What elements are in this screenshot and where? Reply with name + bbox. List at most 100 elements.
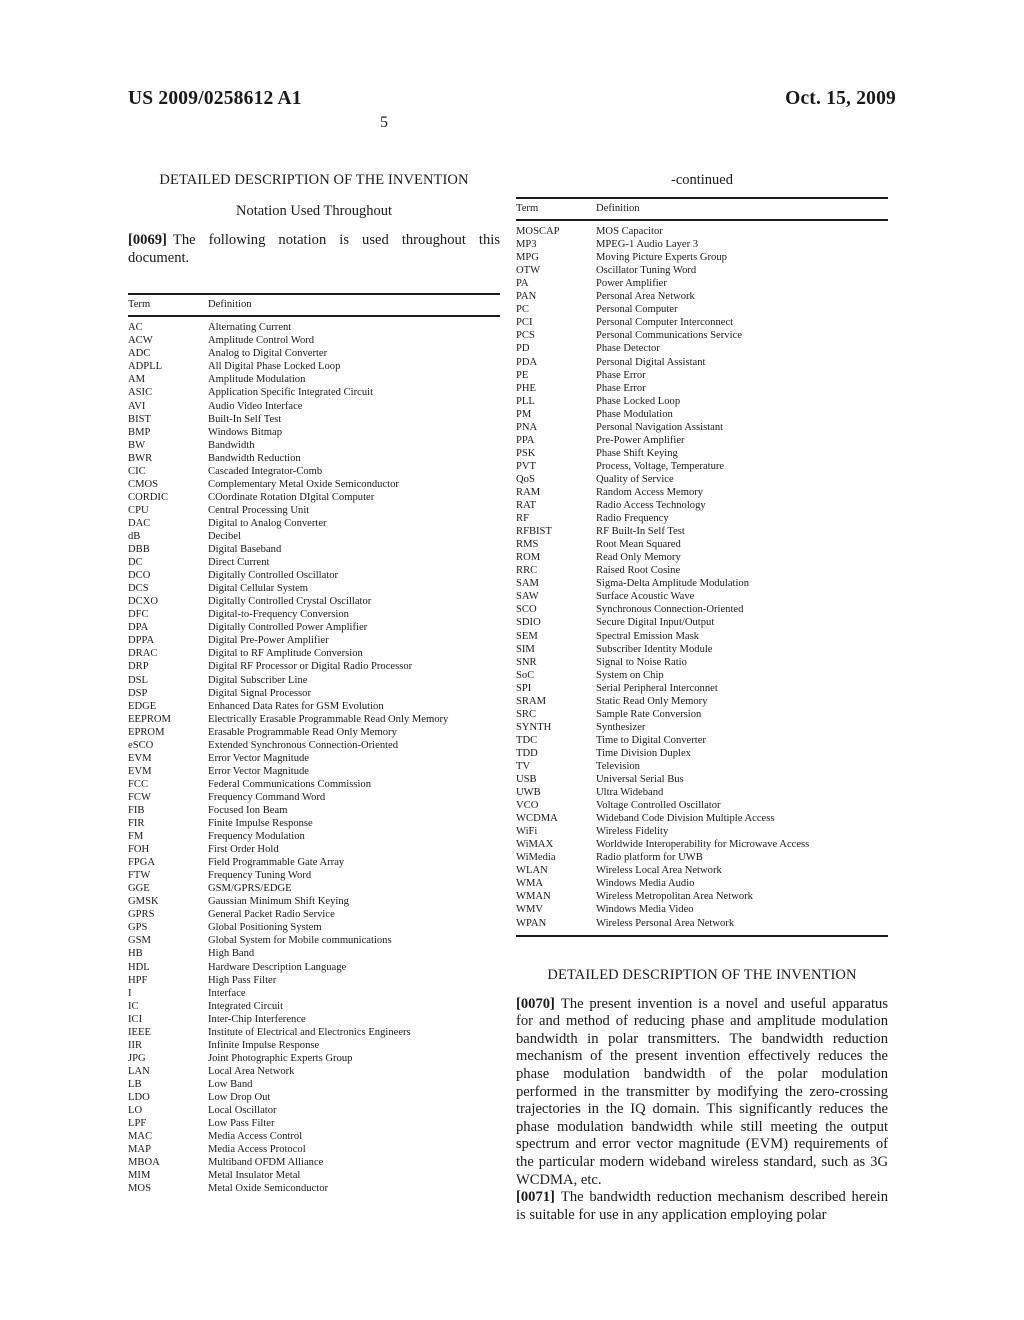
table-row: EVM Error Vector Magnitude — [128, 752, 500, 765]
table-row: DSL Digital Subscriber Line — [128, 674, 500, 687]
table-row: PM Phase Modulation — [516, 408, 888, 421]
table-row: PAN Personal Area Network — [516, 290, 888, 303]
cell-term: LAN — [128, 1065, 150, 1077]
cell-term: GPRS — [128, 909, 155, 921]
notation-sub-heading: Notation Used Throughout — [236, 203, 392, 219]
cell-term: PE — [516, 369, 529, 381]
cell-term: FIB — [128, 804, 145, 816]
cell-term: PA — [516, 278, 529, 290]
cell-term: FCC — [128, 778, 149, 790]
cell-term: CORDIC — [128, 491, 169, 503]
cell-definition: Digital Cellular System — [208, 583, 309, 595]
cell-definition: Hardware Description Language — [208, 961, 347, 973]
cell-term: WCDMA — [516, 813, 558, 825]
table-row: DRAC Digital to RF Amplitude Conversion — [128, 647, 500, 660]
table-row: DCO Digitally Controlled Oscillator — [128, 569, 500, 582]
table-row: MP3 MPEG-1 Audio Layer 3 — [516, 238, 888, 251]
table-row: DBB Digital Baseband — [128, 543, 500, 556]
table-row: AM Amplitude Modulation — [128, 373, 500, 386]
cell-definition: Application Specific Integrated Circuit — [208, 387, 374, 399]
cell-term: MOSCAP — [516, 226, 560, 238]
cell-definition: MPEG-1 Audio Layer 3 — [596, 239, 699, 251]
table-row: EPROM Erasable Programmable Read Only Mem… — [128, 726, 500, 739]
table-row: PCS Personal Communications Service — [516, 329, 888, 342]
table-row: ADC Analog to Digital Converter — [128, 347, 500, 360]
cell-term: PDA — [516, 356, 538, 368]
cell-term: PSK — [516, 447, 536, 459]
cell-term: BW — [128, 439, 146, 451]
cell-definition: Digital-to-Frequency Conversion — [208, 609, 349, 621]
cell-term: RMS — [516, 539, 539, 551]
cell-term: SCO — [516, 604, 537, 616]
cell-term: PPA — [516, 434, 535, 446]
cell-definition: Quality of Service — [596, 473, 674, 485]
cell-definition: Radio Access Technology — [596, 500, 706, 512]
cell-definition: Subscriber Identity Module — [596, 643, 713, 655]
cell-definition: Personal Digital Assistant — [596, 356, 706, 368]
cell-term: CPU — [128, 504, 149, 516]
cell-term: ACW — [128, 335, 153, 347]
cell-term: GSM — [128, 935, 151, 947]
cell-term: PC — [516, 304, 529, 316]
table-row: PLL Phase Locked Loop — [516, 395, 888, 408]
cell-term: RRC — [516, 565, 538, 577]
cell-definition: Interface — [208, 987, 246, 999]
cell-definition: Low Drop Out — [208, 1092, 271, 1103]
table-row: EVM Error Vector Magnitude — [128, 765, 500, 778]
table-row: PVT Process, Voltage, Temperature — [516, 460, 888, 473]
table-row: DRP Digital RF Processor or Digital Radio… — [128, 660, 500, 673]
cell-definition: Digitally Controlled Oscillator — [208, 570, 339, 582]
table-row: I Interface — [128, 987, 500, 1000]
paragraph-number: [0069] — [128, 232, 167, 248]
cell-definition: Local Oscillator — [208, 1105, 277, 1117]
table-row: DPA Digitally Controlled Power Amplifier — [128, 621, 500, 634]
paragraph-text: The bandwidth reduction mechanism descri… — [516, 1189, 888, 1223]
cell-definition: Television — [596, 760, 640, 772]
cell-term: MAP — [128, 1144, 151, 1156]
cell-definition: Frequency Modulation — [208, 831, 305, 843]
cell-definition: Global System for Mobile communications — [208, 935, 392, 947]
cell-definition: Bandwidth Reduction — [208, 452, 301, 464]
cell-definition: Sample Rate Conversion — [596, 708, 702, 720]
detailed-description-block: DETAILED DESCRIPTION OF THE INVENTION [0… — [516, 967, 888, 1225]
cell-definition: Error Vector Magnitude — [208, 765, 310, 777]
cell-term: ASIC — [128, 387, 153, 399]
table-row: AC Alternating Current — [128, 316, 500, 334]
table-row: PD Phase Detector — [516, 342, 888, 355]
table-row: WMAN Wireless Metropolitan Area Network — [516, 890, 888, 903]
table-row: PA Power Amplifier — [516, 277, 888, 290]
cell-definition: Digital Baseband — [208, 544, 282, 556]
cell-definition: Wireless Personal Area Network — [596, 917, 735, 929]
table-row: UWB Ultra Wideband — [516, 786, 888, 799]
cell-term: TDD — [516, 747, 538, 759]
cell-definition: Joint Photographic Experts Group — [208, 1052, 353, 1064]
table-row: LO Local Oscillator — [128, 1104, 500, 1117]
cell-definition: Static Read Only Memory — [596, 695, 708, 707]
cell-term: RFBIST — [516, 526, 552, 538]
table-row: WMV Windows Media Video — [516, 903, 888, 916]
cell-definition: Read Only Memory — [596, 552, 681, 564]
cell-definition: Digitally Controlled Crystal Oscillator — [208, 596, 372, 608]
cell-term: SPI — [516, 682, 532, 694]
table-row: SPI Serial Peripheral Interconnet — [516, 682, 888, 695]
cell-term: RF — [516, 513, 529, 525]
cell-term: MBOA — [128, 1157, 160, 1169]
cell-term: DCO — [128, 570, 151, 582]
table-row: PPA Pre-Power Amplifier — [516, 434, 888, 447]
cell-definition: Wireless Local Area Network — [596, 865, 722, 877]
cell-term: FPGA — [128, 857, 156, 869]
cell-definition: Personal Navigation Assistant — [596, 421, 724, 433]
cell-definition: Radio platform for UWB — [596, 852, 703, 864]
table-row: CMOS Complementary Metal Oxide Semiconduc… — [128, 478, 500, 491]
cell-term: SAW — [516, 591, 539, 603]
table-row: MBOA Multiband OFDM Alliance — [128, 1156, 500, 1169]
cell-definition: Phase Shift Keying — [596, 447, 678, 459]
cell-definition: High Pass Filter — [208, 974, 277, 986]
cell-definition: Radio Frequency — [596, 513, 669, 525]
cell-definition: Wideband Code Division Multiple Access — [596, 813, 775, 825]
cell-definition: Digital to RF Amplitude Conversion — [208, 648, 363, 660]
table-row: FM Frequency Modulation — [128, 830, 500, 843]
table-row: ADPLL All Digital Phase Locked Loop — [128, 360, 500, 373]
cell-term: LDO — [128, 1092, 150, 1103]
table-row: GPS Global Positioning System — [128, 921, 500, 934]
